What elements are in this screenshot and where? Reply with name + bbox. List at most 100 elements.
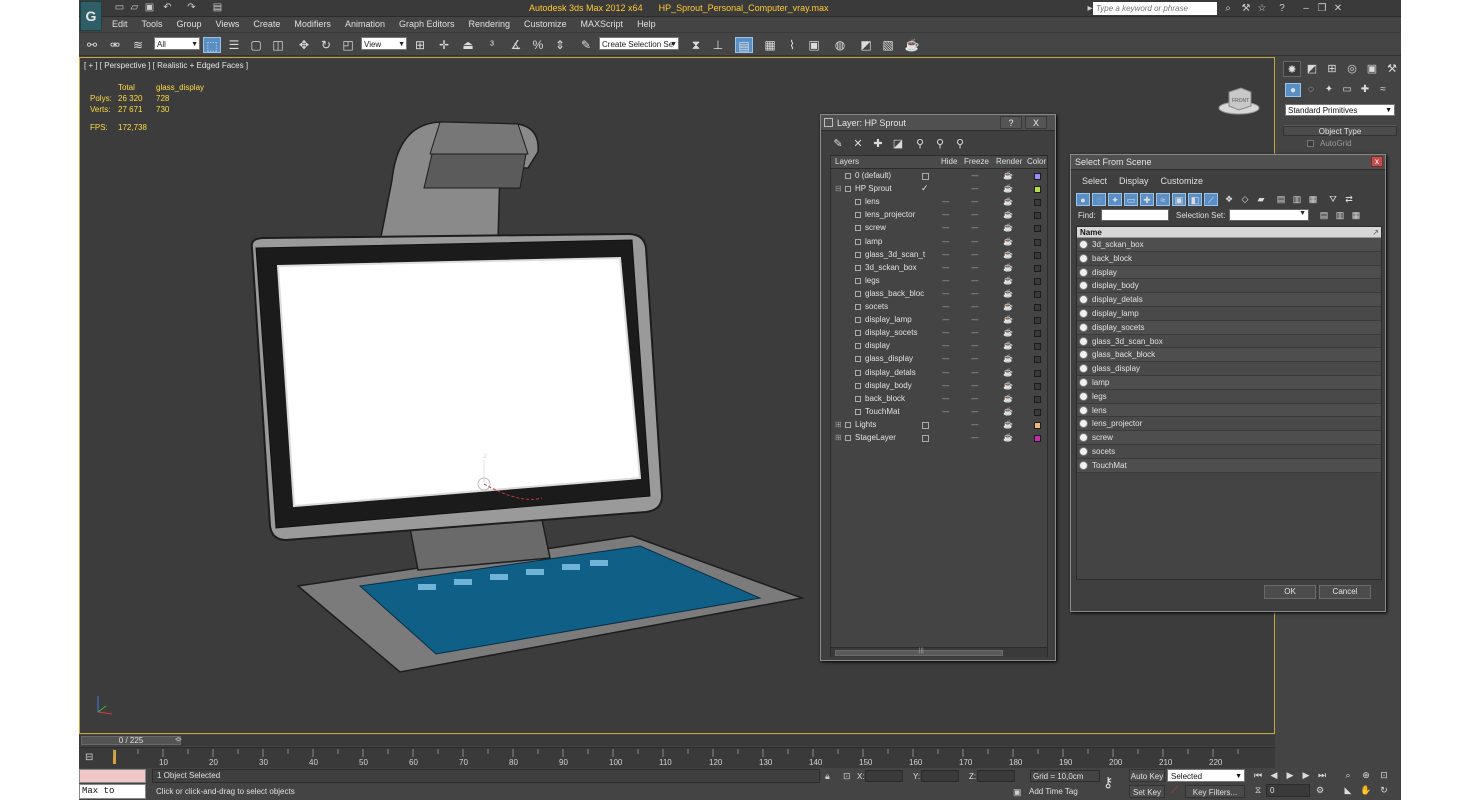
render-toggle-icon[interactable]: ☕ — [1003, 315, 1013, 324]
render-toggle-icon[interactable]: ☕ — [1003, 263, 1013, 272]
layer-name[interactable]: lamp — [865, 237, 935, 246]
menu-create[interactable]: Create — [246, 17, 287, 31]
layer-row[interactable]: display_socets ---- ---- ☕ — [831, 327, 1047, 340]
render-toggle-icon[interactable]: ☕ — [1003, 250, 1013, 259]
freeze-toggle[interactable]: ---- — [971, 315, 979, 324]
freeze-all-layers-icon[interactable]: ⚲ — [953, 137, 967, 151]
geometry-icon[interactable]: ● — [1285, 83, 1301, 97]
render-toggle-icon[interactable]: ☕ — [1003, 407, 1013, 416]
scene-object-row[interactable]: socets — [1077, 444, 1381, 459]
select-invert-icon[interactable]: ▰ — [1254, 193, 1268, 206]
scene-object-row[interactable]: lamp — [1077, 375, 1381, 390]
select-none-icon[interactable]: ◇ — [1238, 193, 1252, 206]
highlight-selected-layer-icon[interactable]: ⚲ — [913, 137, 927, 151]
layer-name[interactable]: screw — [865, 223, 935, 232]
x-coord-field[interactable] — [865, 770, 903, 782]
freeze-toggle[interactable]: ---- — [971, 328, 979, 337]
display-influences-icon[interactable]: ▥ — [1290, 193, 1304, 206]
layer-dialog-help-button[interactable]: ? — [1000, 116, 1022, 129]
layer-color-swatch[interactable] — [1034, 304, 1041, 311]
scene-object-row[interactable]: legs — [1077, 389, 1381, 404]
menu-animation[interactable]: Animation — [338, 17, 392, 31]
create-layer-icon[interactable]: ✎ — [831, 137, 845, 151]
sfs-menu-customize[interactable]: Customize — [1155, 174, 1210, 188]
helpers-icon[interactable]: ✚ — [1357, 83, 1373, 97]
scale-icon[interactable]: ◰ — [339, 37, 357, 53]
autogrid-checkbox[interactable]: AutoGrid — [1307, 139, 1397, 148]
layer-name[interactable]: display_detals — [865, 368, 935, 377]
layer-color-swatch[interactable] — [1034, 343, 1041, 351]
layer-horizontal-scrollbar[interactable]: ||| — [831, 647, 1047, 657]
layer-row[interactable]: lamp ---- ---- ☕ — [831, 236, 1047, 249]
curve-editor-icon[interactable]: ⌇ — [783, 37, 801, 53]
scene-object-row[interactable]: display — [1077, 265, 1381, 280]
move-icon[interactable]: ✥ — [295, 37, 313, 53]
freeze-toggle[interactable]: ---- — [971, 197, 979, 206]
layer-row[interactable]: ⊟ HP Sprout ✓ ---- ☕ — [831, 183, 1047, 196]
layer-color-swatch[interactable] — [1034, 186, 1041, 194]
render-toggle-icon[interactable]: ☕ — [1003, 184, 1013, 193]
display-tab-icon[interactable]: ▣ — [1363, 61, 1381, 77]
layer-row[interactable]: legs ---- ---- ☕ — [831, 275, 1047, 288]
layer-name[interactable]: back_block — [865, 394, 935, 403]
go-to-start-icon[interactable]: ⏮ — [1251, 769, 1265, 782]
layer-color-swatch[interactable] — [1034, 238, 1041, 246]
viewcube-icon[interactable]: FRONT — [1217, 84, 1261, 116]
cancel-button[interactable]: Cancel — [1319, 585, 1371, 599]
lamp-underside[interactable] — [423, 153, 527, 189]
render-toggle-icon[interactable]: ☕ — [1003, 276, 1013, 285]
freeze-toggle[interactable]: ---- — [971, 250, 979, 259]
sync-selection-icon[interactable]: ⇄ — [1342, 193, 1356, 206]
column-freeze[interactable]: Freeze — [964, 157, 989, 166]
freeze-toggle[interactable]: ---- — [971, 368, 979, 377]
add-time-tag[interactable]: Add Time Tag — [1029, 787, 1078, 796]
spinner-snap-icon[interactable]: ⇕ — [551, 37, 569, 53]
freeze-toggle[interactable]: ---- — [971, 433, 979, 442]
shapes-icon[interactable]: ◌ — [1303, 83, 1319, 97]
layer-color-swatch[interactable] — [1034, 277, 1041, 285]
scene-object-row[interactable]: display_socets — [1077, 320, 1381, 335]
hide-toggle[interactable]: ---- — [942, 381, 950, 390]
align-icon[interactable]: ⊥ — [709, 37, 727, 53]
menu-group[interactable]: Group — [170, 17, 209, 31]
display-lights-icon[interactable]: ✦ — [1108, 193, 1122, 206]
play-icon[interactable]: ▶ — [1283, 769, 1297, 782]
menu-edit[interactable]: Edit — [105, 17, 135, 31]
layer-dialog-close-button[interactable]: X — [1025, 116, 1047, 129]
freeze-toggle[interactable]: ---- — [971, 210, 979, 219]
unlink-icon[interactable]: ⚮ — [106, 37, 124, 53]
freeze-toggle[interactable]: ---- — [971, 394, 979, 403]
freeze-toggle[interactable]: ---- — [971, 223, 979, 232]
layer-name[interactable]: TouchMat — [865, 407, 935, 416]
selection-set-remove-icon[interactable]: ▦ — [1349, 209, 1363, 222]
scroll-up-icon[interactable]: ↗ — [1372, 227, 1379, 238]
freeze-toggle[interactable]: ---- — [971, 354, 979, 363]
layer-expander[interactable]: ⊞ — [835, 420, 842, 429]
absolute-mode-icon[interactable]: ⊡ — [843, 771, 851, 782]
select-object-icon[interactable]: ⬚ — [203, 37, 221, 53]
key-filters-button[interactable]: Key Filters... — [1185, 785, 1245, 798]
layer-row[interactable]: lens ---- ---- ☕ — [831, 196, 1047, 209]
find-input[interactable] — [1101, 209, 1169, 221]
display-geometry-icon[interactable]: ● — [1076, 193, 1090, 206]
display-children-icon[interactable]: ▤ — [1274, 193, 1288, 206]
layer-expander[interactable]: ⊞ — [835, 433, 842, 442]
menu-tools[interactable]: Tools — [135, 17, 170, 31]
ok-button[interactable]: OK — [1264, 585, 1316, 599]
hide-toggle[interactable]: ---- — [942, 394, 950, 403]
lamp-head[interactable] — [429, 121, 529, 155]
render-toggle-icon[interactable]: ☕ — [1003, 354, 1013, 363]
reference-coordinate-dropdown[interactable]: View ▼ — [361, 37, 407, 50]
scene-object-row[interactable]: glass_3d_scan_box — [1077, 334, 1381, 349]
layer-color-swatch[interactable] — [1034, 173, 1041, 180]
layer-color-swatch[interactable] — [1034, 290, 1041, 298]
delete-layer-icon[interactable]: ✕ — [851, 137, 865, 151]
zoom-icon[interactable]: ⌕ — [1341, 769, 1355, 782]
layer-row[interactable]: 0 (default) ---- ☕ — [831, 170, 1047, 183]
current-layer-check-icon[interactable]: ✓ — [921, 183, 929, 194]
hide-toggle[interactable]: ---- — [942, 302, 950, 311]
layer-color-swatch[interactable] — [1034, 225, 1041, 233]
column-layers[interactable]: Layers — [835, 157, 859, 166]
select-all-icon[interactable]: ❖ — [1222, 193, 1236, 206]
menu-help[interactable]: Help — [630, 17, 663, 31]
